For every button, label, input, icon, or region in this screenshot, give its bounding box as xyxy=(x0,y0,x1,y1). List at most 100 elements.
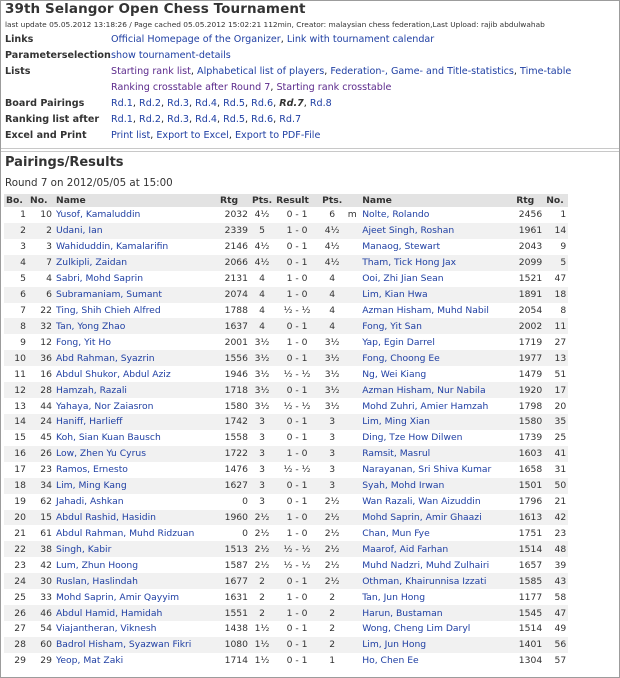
white-player-name[interactable]: Singh, Kabir xyxy=(54,541,218,558)
result: 0 - 1 xyxy=(274,318,321,335)
ranking-crosstable-link[interactable]: Ranking crosstable after Round 7 xyxy=(111,82,270,93)
white-player-name[interactable]: Hamzah, Razali xyxy=(54,382,218,399)
black-player-name[interactable]: Ho, Chen Ee xyxy=(360,653,514,669)
pairing-rd2-link[interactable]: Rd.2 xyxy=(139,98,161,109)
black-player-number: 5 xyxy=(544,254,569,271)
black-player-name[interactable]: Syah, Mohd Irwan xyxy=(360,477,515,494)
black-player-name[interactable]: Azman Hisham, Nur Nabila xyxy=(360,382,515,399)
black-player-name[interactable]: Azman Hisham, Muhd Nabil xyxy=(360,303,514,319)
black-points: 4 xyxy=(320,318,345,335)
black-player-name[interactable]: Wan Razali, Wan Aizuddin xyxy=(360,494,514,510)
print-link[interactable]: Print list xyxy=(111,130,150,141)
white-player-name[interactable]: Tan, Yong Zhao xyxy=(54,318,218,335)
white-rating: 2339 xyxy=(218,222,250,239)
black-player-name[interactable]: Fong, Yit San xyxy=(360,318,515,335)
federation-stats-link[interactable]: Federation-, Game- and Title-statistics xyxy=(330,66,514,77)
black-player-name[interactable]: Manaog, Stewart xyxy=(360,239,514,255)
pairing-rd8-link[interactable]: Rd.8 xyxy=(310,98,332,109)
black-player-name[interactable]: Ng, Wei Kiang xyxy=(360,366,514,382)
starting-rank-link[interactable]: Starting rank list xyxy=(111,66,191,77)
black-player-name[interactable]: Ajeet Singh, Roshan xyxy=(360,222,515,239)
white-player-name[interactable]: Abdul Rashid, Hasidin xyxy=(54,509,218,526)
black-player-name[interactable]: Narayanan, Sri Shiva Kumar xyxy=(360,462,514,478)
black-player-name[interactable]: Ooi, Zhi Jian Sean xyxy=(360,271,514,287)
black-player-name[interactable]: Othman, Khairunnisa Izzati xyxy=(360,573,515,590)
ranking-rd3-link[interactable]: Rd.3 xyxy=(167,114,189,125)
white-player-name[interactable]: Zulkipli, Zaidan xyxy=(54,254,218,271)
white-player-name[interactable]: Badrol Hisham, Syazwan Fikri xyxy=(54,636,218,653)
black-player-name[interactable]: Lim, Jun Hong xyxy=(360,636,515,653)
white-player-name[interactable]: Sabri, Mohd Saprin xyxy=(54,271,218,287)
black-player-name[interactable]: Mohd Saprin, Amir Ghaazi xyxy=(360,509,515,526)
white-player-name[interactable]: Jahadi, Ashkan xyxy=(54,494,218,510)
ranking-rd1-link[interactable]: Rd.1 xyxy=(111,114,133,125)
white-player-name[interactable]: Haniff, Harlieff xyxy=(54,413,218,430)
starting-crosstable-link[interactable]: Starting rank crosstable xyxy=(276,82,391,93)
white-player-name[interactable]: Yahaya, Nor Zaiasron xyxy=(54,398,218,414)
white-player-name[interactable]: Yeop, Mat Zaki xyxy=(54,653,218,669)
board-number: 29 xyxy=(14,655,26,667)
white-player-name[interactable]: Lim, Ming Kang xyxy=(54,477,218,494)
black-player-name[interactable]: Wong, Cheng Lim Daryl xyxy=(360,621,514,637)
black-player-name[interactable]: Mohd Zuhri, Amier Hamzah xyxy=(360,398,514,414)
pairing-rd6-link[interactable]: Rd.6 xyxy=(251,98,273,109)
alphabetical-link[interactable]: Alphabetical list of players xyxy=(197,66,324,77)
white-player-name[interactable]: Lum, Zhun Hoong xyxy=(54,557,218,573)
white-player-name[interactable]: Koh, Sian Kuan Bausch xyxy=(54,430,218,446)
export-pdf-link[interactable]: Export to PDF-File xyxy=(235,130,320,141)
player-number: 60 xyxy=(28,636,54,653)
white-player-name[interactable]: Abdul Shukor, Abdul Aziz xyxy=(54,366,218,382)
black-player-name[interactable]: Yap, Egin Darrel xyxy=(360,334,514,350)
white-player-name[interactable]: Yusof, Kamaluddin xyxy=(54,207,218,223)
pairing-rd3-link[interactable]: Rd.3 xyxy=(167,98,189,109)
details-link[interactable]: show tournament-details xyxy=(111,50,231,61)
pairing-rd1-link[interactable]: Rd.1 xyxy=(111,98,133,109)
white-player-name[interactable]: Fong, Yit Ho xyxy=(54,334,218,350)
white-player-name[interactable]: Ramos, Ernesto xyxy=(54,462,218,478)
export-excel-link[interactable]: Export to Excel xyxy=(156,130,229,141)
board-number: 3 xyxy=(20,241,26,253)
white-player-name[interactable]: Abd Rahman, Syazrin xyxy=(54,350,218,367)
black-player-name[interactable]: Tan, Jun Hong xyxy=(360,589,514,605)
timetable-link[interactable]: Time-table xyxy=(520,66,571,77)
black-player-name[interactable]: Harun, Bustaman xyxy=(360,605,515,621)
black-player-name[interactable]: Maarof, Aid Farhan xyxy=(360,541,515,558)
ranking-rd4-link[interactable]: Rd.4 xyxy=(195,114,217,125)
black-rating: 1658 xyxy=(518,464,543,476)
homepage-link[interactable]: Official Homepage of the Organizer xyxy=(111,34,281,45)
calendar-link[interactable]: Link with tournament calendar xyxy=(287,34,434,45)
black-player-name[interactable]: Chan, Mun Fye xyxy=(360,525,514,541)
ranking-rd7-link[interactable]: Rd.7 xyxy=(279,114,301,125)
white-player-name[interactable]: Abdul Hamid, Hamidah xyxy=(54,605,218,621)
black-player-name[interactable]: Muhd Nadzri, Muhd Zulhairi xyxy=(360,557,514,573)
table-row: 8 32 Tan, Yong Zhao 1637 4 0 - 1 4 Fong, Yit Sa… xyxy=(4,318,569,335)
black-player-name[interactable]: Tham, Tick Hong Jax xyxy=(360,254,515,271)
mark xyxy=(344,589,360,605)
black-player-name[interactable]: Fong, Choong Ee xyxy=(360,350,515,367)
ranking-rd5-link[interactable]: Rd.5 xyxy=(223,114,245,125)
board-number: 17 xyxy=(14,464,26,476)
white-player-name[interactable]: Subramaniam, Sumant xyxy=(54,286,218,303)
white-player-name[interactable]: Abdul Rahman, Muhd Ridzuan xyxy=(54,525,218,541)
white-player-name[interactable]: Low, Zhen Yu Cyrus xyxy=(54,445,218,462)
pairing-rd4-link[interactable]: Rd.4 xyxy=(195,98,217,109)
black-player-name[interactable]: Ding, Tze How Dilwen xyxy=(360,430,514,446)
table-row: 29 29 Yeop, Mat Zaki 1714 1½ 0 - 1 1 Ho, Chen E… xyxy=(4,653,568,669)
white-player-name[interactable]: Viajantheran, Viknesh xyxy=(54,621,218,637)
black-player-number: 1 xyxy=(560,209,567,221)
black-player-name[interactable]: Lim, Kian Hwa xyxy=(360,286,515,303)
ranking-rd2-link[interactable]: Rd.2 xyxy=(139,114,161,125)
white-player-name[interactable]: Wahiduddin, Kamalarifin xyxy=(54,239,218,255)
ranking-rd6-link[interactable]: Rd.6 xyxy=(251,114,273,125)
black-player-name[interactable]: Nolte, Rolando xyxy=(360,207,514,223)
white-player-name[interactable]: Mohd Saprin, Amir Qayyim xyxy=(54,589,218,605)
black-points: 3 xyxy=(320,413,345,430)
black-player-name[interactable]: Ramsit, Masrul xyxy=(360,445,515,462)
mark xyxy=(344,413,361,430)
pairing-rd5-link[interactable]: Rd.5 xyxy=(223,98,245,109)
white-player-name[interactable]: Ting, Shih Chieh Alfred xyxy=(54,303,218,319)
white-player-name[interactable]: Udani, Ian xyxy=(54,222,218,239)
white-player-name[interactable]: Ruslan, Haslindah xyxy=(54,573,218,590)
table-row: 24 30 Ruslan, Haslindah 1677 2 0 - 1 2½ Othman,… xyxy=(4,573,569,590)
black-player-name[interactable]: Lim, Ming Xian xyxy=(360,413,515,430)
